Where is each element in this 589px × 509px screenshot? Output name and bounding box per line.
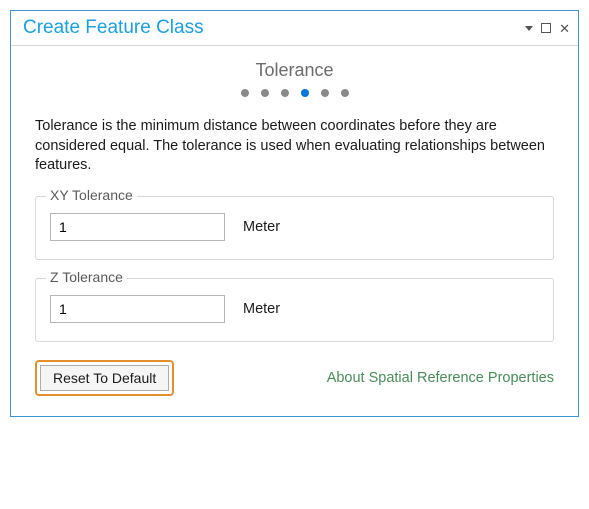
about-spatial-reference-link[interactable]: About Spatial Reference Properties: [327, 370, 554, 386]
step-description: Tolerance is the minimum distance betwee…: [35, 117, 554, 176]
titlebar: Create Feature Class ✕: [11, 11, 578, 46]
step-dot[interactable]: [281, 89, 289, 97]
z-tolerance-legend: Z Tolerance: [46, 269, 127, 285]
xy-tolerance-input[interactable]: [50, 213, 225, 241]
step-dot[interactable]: [321, 89, 329, 97]
step-header: Tolerance: [35, 60, 554, 97]
reset-to-default-button[interactable]: Reset To Default: [40, 365, 169, 391]
z-tolerance-group: Z Tolerance Meter: [35, 278, 554, 342]
close-icon[interactable]: ✕: [559, 22, 570, 35]
reset-highlight: Reset To Default: [35, 360, 174, 396]
step-dot[interactable]: [241, 89, 249, 97]
dropdown-icon[interactable]: [525, 26, 533, 31]
step-dot[interactable]: [341, 89, 349, 97]
content-area: Tolerance Tolerance is the minimum dista…: [11, 46, 578, 416]
step-dot[interactable]: [261, 89, 269, 97]
z-tolerance-unit: Meter: [243, 301, 280, 317]
step-dot-active[interactable]: [301, 89, 309, 97]
xy-tolerance-row: Meter: [50, 213, 539, 241]
xy-tolerance-unit: Meter: [243, 219, 280, 235]
step-title: Tolerance: [35, 60, 554, 81]
z-tolerance-input[interactable]: [50, 295, 225, 323]
xy-tolerance-group: XY Tolerance Meter: [35, 196, 554, 260]
window-controls: ✕: [525, 22, 570, 35]
z-tolerance-row: Meter: [50, 295, 539, 323]
xy-tolerance-legend: XY Tolerance: [46, 187, 137, 203]
step-indicator: [35, 89, 554, 97]
maximize-icon[interactable]: [541, 23, 551, 33]
wizard-window: Create Feature Class ✕ Tolerance Toleran…: [10, 10, 579, 417]
window-title: Create Feature Class: [23, 17, 204, 39]
footer: Reset To Default About Spatial Reference…: [35, 360, 554, 396]
